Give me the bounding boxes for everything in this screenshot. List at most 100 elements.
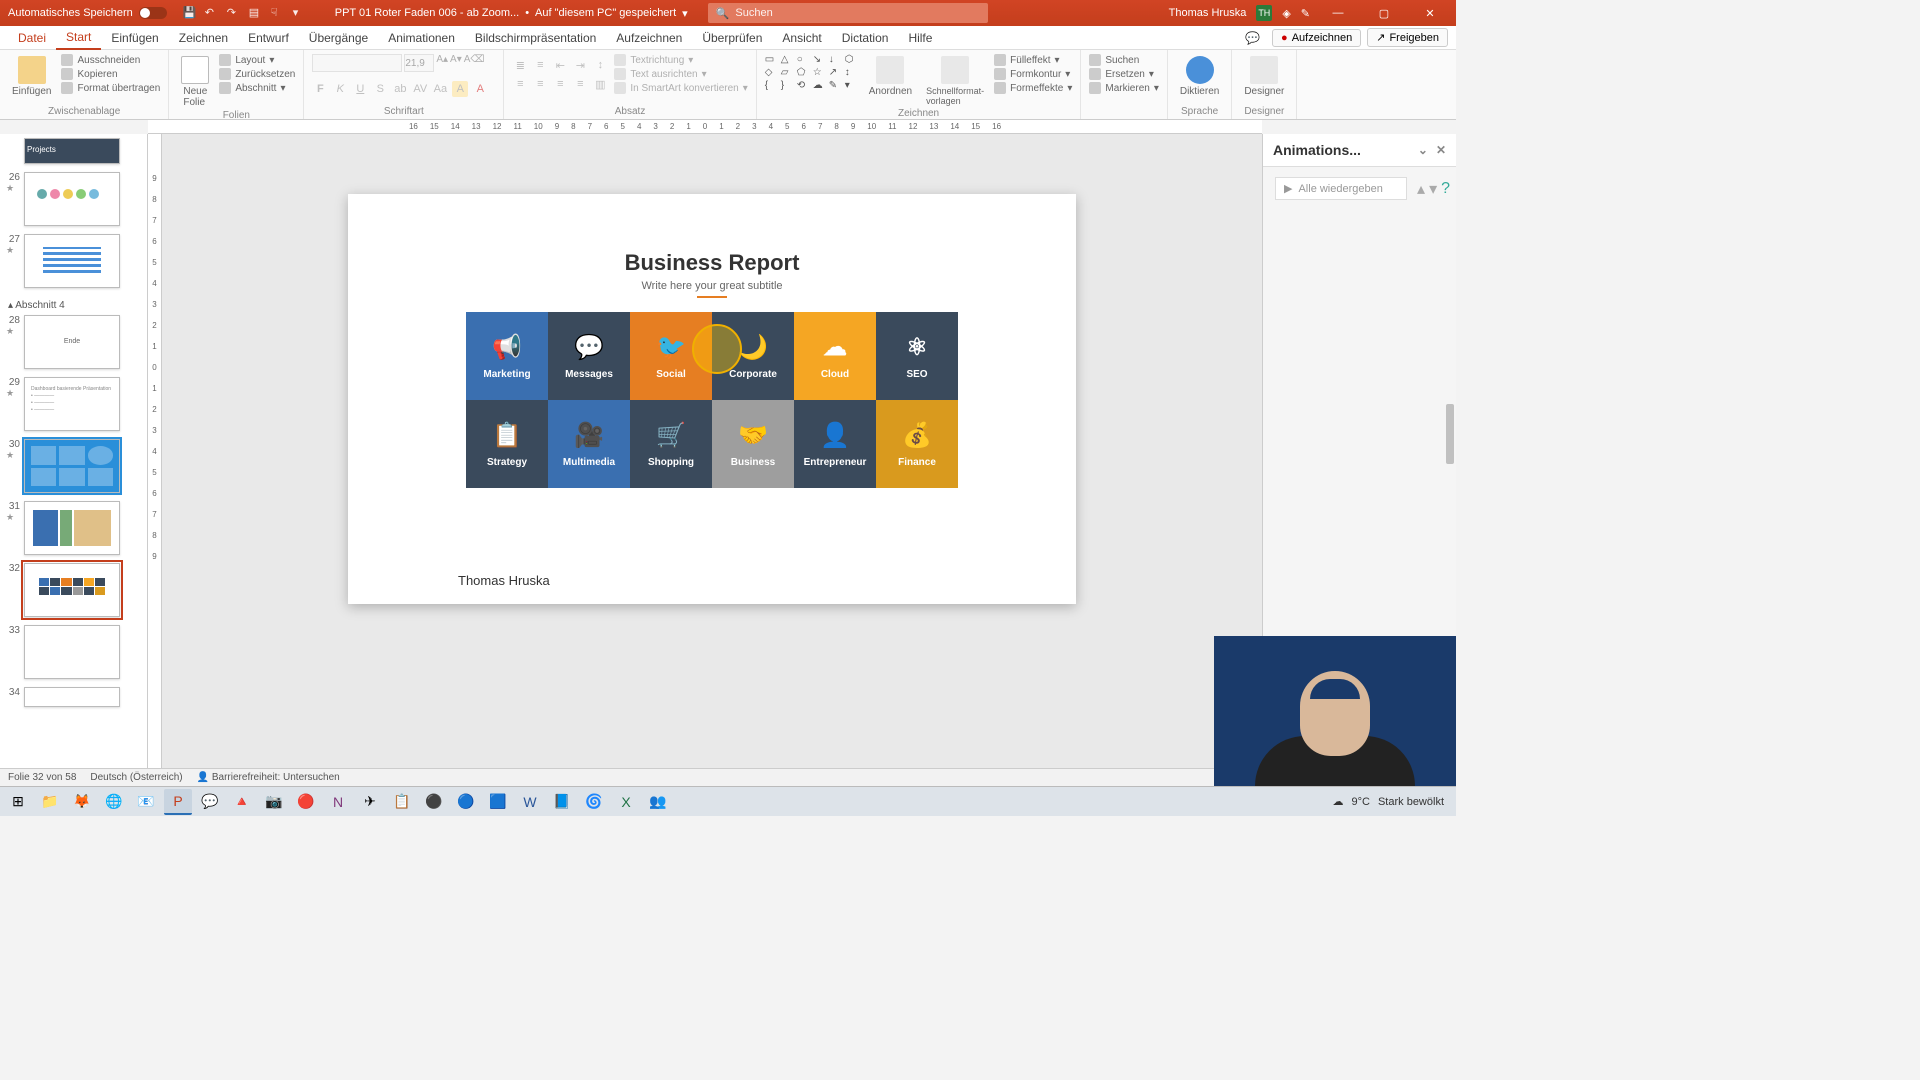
slide-thumb-projects[interactable]: Projects [24,138,120,164]
weather-icon[interactable]: ☁ [1333,795,1344,808]
slide-thumb-30[interactable] [24,439,120,493]
text-direction-button[interactable]: Textrichtung ▾ [614,54,747,66]
app-icon-2[interactable]: 📷 [260,789,288,815]
pen-icon[interactable]: ✎ [1301,7,1310,20]
paste-button[interactable]: Einfügen [8,54,55,99]
tile-social[interactable]: 🐦Social [630,312,712,400]
next-anim-icon[interactable]: ▾ [1429,179,1437,199]
tab-design[interactable]: Entwurf [238,26,299,50]
cut-button[interactable]: Ausschneiden [61,54,160,66]
new-slide-button[interactable]: Neue Folie [177,54,213,110]
tab-draw[interactable]: Zeichnen [169,26,238,50]
onenote-icon[interactable]: N [324,789,352,815]
decrease-font-icon[interactable]: A▾ [450,54,462,72]
comments-icon[interactable]: 💬 [1239,31,1266,45]
search-box[interactable]: 🔍 Suchen [708,3,988,23]
vlc-icon[interactable]: 🔺 [228,789,256,815]
app-icon-7[interactable]: 🟦 [484,789,512,815]
slide-thumb-29[interactable]: Dashboard basierende Präsentation• ————•… [24,377,120,431]
user-name[interactable]: Thomas Hruska [1169,7,1247,19]
slide-thumb-28[interactable]: Ende [24,315,120,369]
maximize-button[interactable]: ▢ [1366,0,1402,26]
tab-start[interactable]: Start [56,26,101,50]
accessibility-check[interactable]: 👤 Barrierefreiheit: Untersuchen [197,772,340,783]
shadow-button[interactable]: ab [392,81,408,97]
powerpoint-icon[interactable]: P [164,789,192,815]
prev-anim-icon[interactable]: ▴ [1417,179,1425,199]
tab-slideshow[interactable]: Bildschirmpräsentation [465,26,606,50]
touch-icon[interactable]: ☟ [271,6,285,20]
help-icon[interactable]: ? [1441,180,1450,198]
tab-file[interactable]: Datei [8,26,56,50]
italic-button[interactable]: K [332,81,348,97]
outlook-icon[interactable]: 📧 [132,789,160,815]
tab-help[interactable]: Hilfe [898,26,942,50]
tile-multimedia[interactable]: 🎥Multimedia [548,400,630,488]
spacing-button[interactable]: AV [412,81,428,97]
language-indicator[interactable]: Deutsch (Österreich) [90,772,182,783]
columns-icon[interactable]: ▥ [592,76,608,92]
app-icon-3[interactable]: 🔴 [292,789,320,815]
explorer-icon[interactable]: 📁 [36,789,64,815]
tile-corporate[interactable]: 🌙Corporate [712,312,794,400]
outline-button[interactable]: Formkontur ▾ [994,68,1072,80]
tab-dictation[interactable]: Dictation [832,26,899,50]
app-icon-5[interactable]: ⚫ [420,789,448,815]
diamond-icon[interactable]: ◈ [1282,7,1290,20]
justify-icon[interactable]: ≡ [572,76,588,92]
font-size-input[interactable] [404,54,434,72]
tab-review[interactable]: Überprüfen [692,26,772,50]
tab-insert[interactable]: Einfügen [101,26,168,50]
document-title[interactable]: PPT 01 Roter Faden 006 - ab Zoom... • Au… [315,7,708,20]
outdent-icon[interactable]: ⇤ [552,57,568,73]
chrome-icon[interactable]: 🌐 [100,789,128,815]
slide-thumb-31[interactable] [24,501,120,555]
font-color-button[interactable]: A [472,81,488,97]
tile-business[interactable]: 🤝Business [712,400,794,488]
align-center-icon[interactable]: ≡ [532,76,548,92]
slide-thumb-33[interactable] [24,625,120,679]
tab-animations[interactable]: Animationen [378,26,465,50]
slide-subtitle[interactable]: Write here your great subtitle [348,280,1076,292]
edge-icon[interactable]: 🌀 [580,789,608,815]
app-icon-4[interactable]: 📋 [388,789,416,815]
tiles-grid[interactable]: 📢Marketing💬Messages🐦Social🌙Corporate☁Clo… [466,312,958,488]
section-button[interactable]: Abschnitt ▾ [219,82,295,94]
tab-record[interactable]: Aufzeichnen [606,26,692,50]
highlight-button[interactable]: A [452,81,468,97]
align-text-button[interactable]: Text ausrichten ▾ [614,68,747,80]
save-icon[interactable]: 💾 [183,6,197,20]
case-button[interactable]: Aa [432,81,448,97]
section-header[interactable]: ▴ Abschnitt 4 [6,296,141,315]
tile-cloud[interactable]: ☁Cloud [794,312,876,400]
app-icon-1[interactable]: 💬 [196,789,224,815]
slide-thumb-26[interactable] [24,172,120,226]
tile-strategy[interactable]: 📋Strategy [466,400,548,488]
firefox-icon[interactable]: 🦊 [68,789,96,815]
numbering-icon[interactable]: ≡ [532,57,548,73]
slide-counter[interactable]: Folie 32 von 58 [8,772,76,783]
quickstyles-button[interactable]: Schnellformat- vorlagen [922,54,988,108]
word-icon[interactable]: W [516,789,544,815]
effects-button[interactable]: Formeffekte ▾ [994,82,1072,94]
strike-button[interactable]: S [372,81,388,97]
share-button[interactable]: ↗Freigeben [1367,28,1448,47]
linespacing-icon[interactable]: ↕ [592,57,608,73]
play-all-button[interactable]: ▶ Alle wiedergeben [1275,177,1407,200]
user-avatar[interactable]: TH [1256,5,1272,21]
record-button[interactable]: ●Aufzeichnen [1272,29,1361,47]
clear-format-icon[interactable]: A⌫ [464,54,485,72]
align-right-icon[interactable]: ≡ [552,76,568,92]
chevron-down-icon[interactable]: ⌄ [1418,143,1428,157]
autosave-toggle[interactable]: Automatisches Speichern [0,7,175,19]
more-icon[interactable]: ▾ [293,6,307,20]
present-icon[interactable]: ▤ [249,6,263,20]
tile-entrepreneur[interactable]: 👤Entrepreneur [794,400,876,488]
tab-transitions[interactable]: Übergänge [299,26,378,50]
close-pane-icon[interactable]: ✕ [1436,143,1446,157]
tile-shopping[interactable]: 🛒Shopping [630,400,712,488]
app-icon-8[interactable]: 📘 [548,789,576,815]
teams-icon[interactable]: 👥 [644,789,672,815]
indent-icon[interactable]: ⇥ [572,57,588,73]
tile-seo[interactable]: ⚛SEO [876,312,958,400]
